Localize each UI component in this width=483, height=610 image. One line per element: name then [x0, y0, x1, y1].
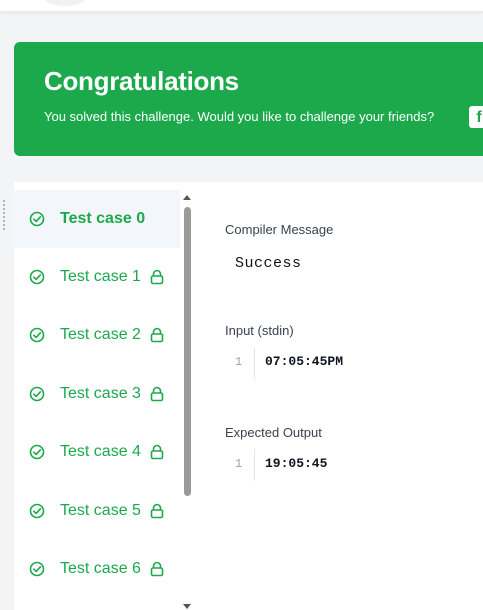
lock-icon	[150, 561, 164, 577]
lock-icon	[150, 386, 164, 402]
input-label: Input (stdin)	[225, 323, 294, 338]
check-circle-icon	[29, 503, 45, 519]
check-circle-icon	[29, 561, 45, 577]
test-case-list: Test case 0 Test case 1 Test case 2 Test…	[14, 188, 180, 610]
avatar[interactable]	[40, 0, 90, 6]
test-case-item-1[interactable]: Test case 1	[14, 248, 180, 306]
check-circle-icon	[29, 211, 45, 227]
lock-icon	[150, 503, 164, 519]
expected-output-code-block: 1 19:05:45	[225, 449, 475, 481]
check-circle-icon	[29, 444, 45, 460]
lock-icon	[150, 327, 164, 343]
lock-icon	[150, 269, 164, 285]
test-case-item-4[interactable]: Test case 4	[14, 423, 180, 481]
scroll-up-arrow-icon[interactable]	[183, 195, 191, 200]
expected-output-label: Expected Output	[225, 425, 322, 440]
check-circle-icon	[29, 386, 45, 402]
expected-output-value: 19:05:45	[265, 456, 328, 471]
input-code-block: 1 07:05:45PM	[225, 347, 475, 379]
drag-handle-icon[interactable]	[3, 200, 9, 232]
test-case-item-0[interactable]: Test case 0	[14, 190, 180, 248]
compiler-message-label: Compiler Message	[225, 222, 334, 237]
lock-icon	[150, 444, 164, 460]
gutter-divider	[254, 449, 255, 481]
test-case-label: Test case 2	[60, 326, 141, 343]
top-header	[0, 0, 483, 11]
test-case-label: Test case 3	[60, 385, 141, 402]
test-case-item-5[interactable]: Test case 5	[14, 482, 180, 540]
test-case-label: Test case 5	[60, 502, 141, 519]
line-number: 1	[235, 457, 243, 471]
test-case-item-3[interactable]: Test case 3	[14, 365, 180, 423]
scrollbar-thumb[interactable]	[184, 207, 191, 496]
test-case-label: Test case 6	[60, 560, 141, 577]
banner-subtitle: You solved this challenge. Would you lik…	[44, 109, 435, 124]
test-case-item-2[interactable]: Test case 2	[14, 306, 180, 364]
gutter-divider	[254, 347, 255, 379]
test-case-label: Test case 0	[60, 210, 146, 227]
success-banner: Congratulations You solved this challeng…	[14, 42, 483, 156]
test-case-item-6[interactable]: Test case 6	[14, 540, 180, 598]
banner-title: Congratulations	[44, 66, 239, 96]
input-value: 07:05:45PM	[265, 354, 344, 369]
compiler-message-value: Success	[235, 255, 302, 272]
test-case-label: Test case 4	[60, 443, 141, 460]
test-case-label: Test case 1	[60, 268, 141, 285]
check-circle-icon	[29, 269, 45, 285]
line-number: 1	[235, 355, 243, 369]
scroll-down-arrow-icon[interactable]	[183, 604, 191, 609]
check-circle-icon	[29, 327, 45, 343]
facebook-icon[interactable]: f	[469, 106, 483, 128]
